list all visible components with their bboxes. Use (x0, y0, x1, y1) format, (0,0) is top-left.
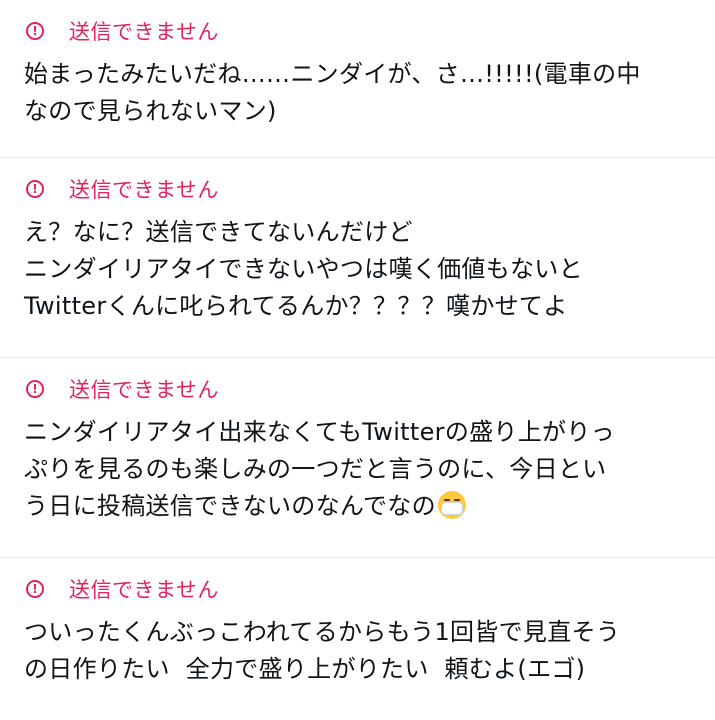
send-failed-status[interactable]: ! 送信できません (24, 172, 715, 206)
send-failed-label: 送信できません (69, 20, 219, 44)
tweet-text-line: ニンダイリアタイ出来なくてもTwitterの盛り上がりっ (24, 418, 615, 446)
send-failed-status[interactable]: ! 送信できません (24, 372, 715, 406)
tweet-text-line: ぷりを見るのも楽しみの一つだと言うのに、今日とい (24, 455, 607, 483)
failed-tweet-item[interactable]: ! 送信できません ニンダイリアタイ出来なくてもTwitterの盛り上がりっ ぷ… (0, 358, 715, 558)
alert-circle-icon: ! (26, 580, 44, 598)
send-failed-label: 送信できません (69, 178, 219, 202)
tweet-text-line: え？なに？送信できてないんだけど (24, 218, 413, 246)
send-failed-label: 送信できません (69, 378, 219, 402)
alert-circle-icon: ! (26, 180, 44, 198)
tweet-text: ニンダイリアタイ出来なくてもTwitterの盛り上がりっ ぷりを見るのも楽しみの… (24, 414, 715, 525)
tweet-text-line: の日作りたい 全力で盛り上がりたい 頼むよ(エゴ) (24, 655, 586, 683)
send-failed-status[interactable]: ! 送信できません (24, 14, 715, 48)
tweet-text-line: なので見られないマン) (24, 97, 277, 125)
tweet-text-line: Twitterくんに叱られてるんか？？？？嘆かせてよ (24, 292, 568, 320)
alert-circle-icon: ! (26, 22, 44, 40)
tweet-text-line: ニンダイリアタイできないやつは嘆く価値もないと (24, 255, 583, 283)
failed-tweet-item[interactable]: ! 送信できません え？なに？送信できてないんだけど ニンダイリアタイできないや… (0, 158, 715, 358)
tweet-text-line: ついったくんぶっこわれてるからもう1回皆で見直そう (24, 618, 621, 646)
alert-circle-icon: ! (26, 380, 44, 398)
tweet-text-line: 始まったみたいだね……ニンダイが、さ…!!!!!(電車の中 (24, 60, 641, 88)
face-with-medical-mask-icon (437, 491, 466, 519)
tweet-text: 始まったみたいだね……ニンダイが、さ…!!!!!(電車の中 なので見られないマン… (24, 56, 715, 130)
tweet-text: ついったくんぶっこわれてるからもう1回皆で見直そう の日作りたい 全力で盛り上が… (24, 614, 715, 688)
send-failed-label: 送信できません (69, 578, 219, 602)
tweet-text-line: う日に投稿送信できないのなんでなの (24, 492, 436, 520)
tweet-text: え？なに？送信できてないんだけど ニンダイリアタイできないやつは嘆く価値もないと… (24, 214, 715, 325)
send-failed-status[interactable]: ! 送信できません (24, 572, 715, 606)
failed-tweet-item[interactable]: ! 送信できません 始まったみたいだね……ニンダイが、さ…!!!!!(電車の中 … (0, 0, 715, 158)
failed-tweets-list: ! 送信できません 始まったみたいだね……ニンダイが、さ…!!!!!(電車の中 … (0, 0, 715, 720)
failed-tweet-item[interactable]: ! 送信できません ついったくんぶっこわれてるからもう1回皆で見直そう の日作り… (0, 558, 715, 720)
